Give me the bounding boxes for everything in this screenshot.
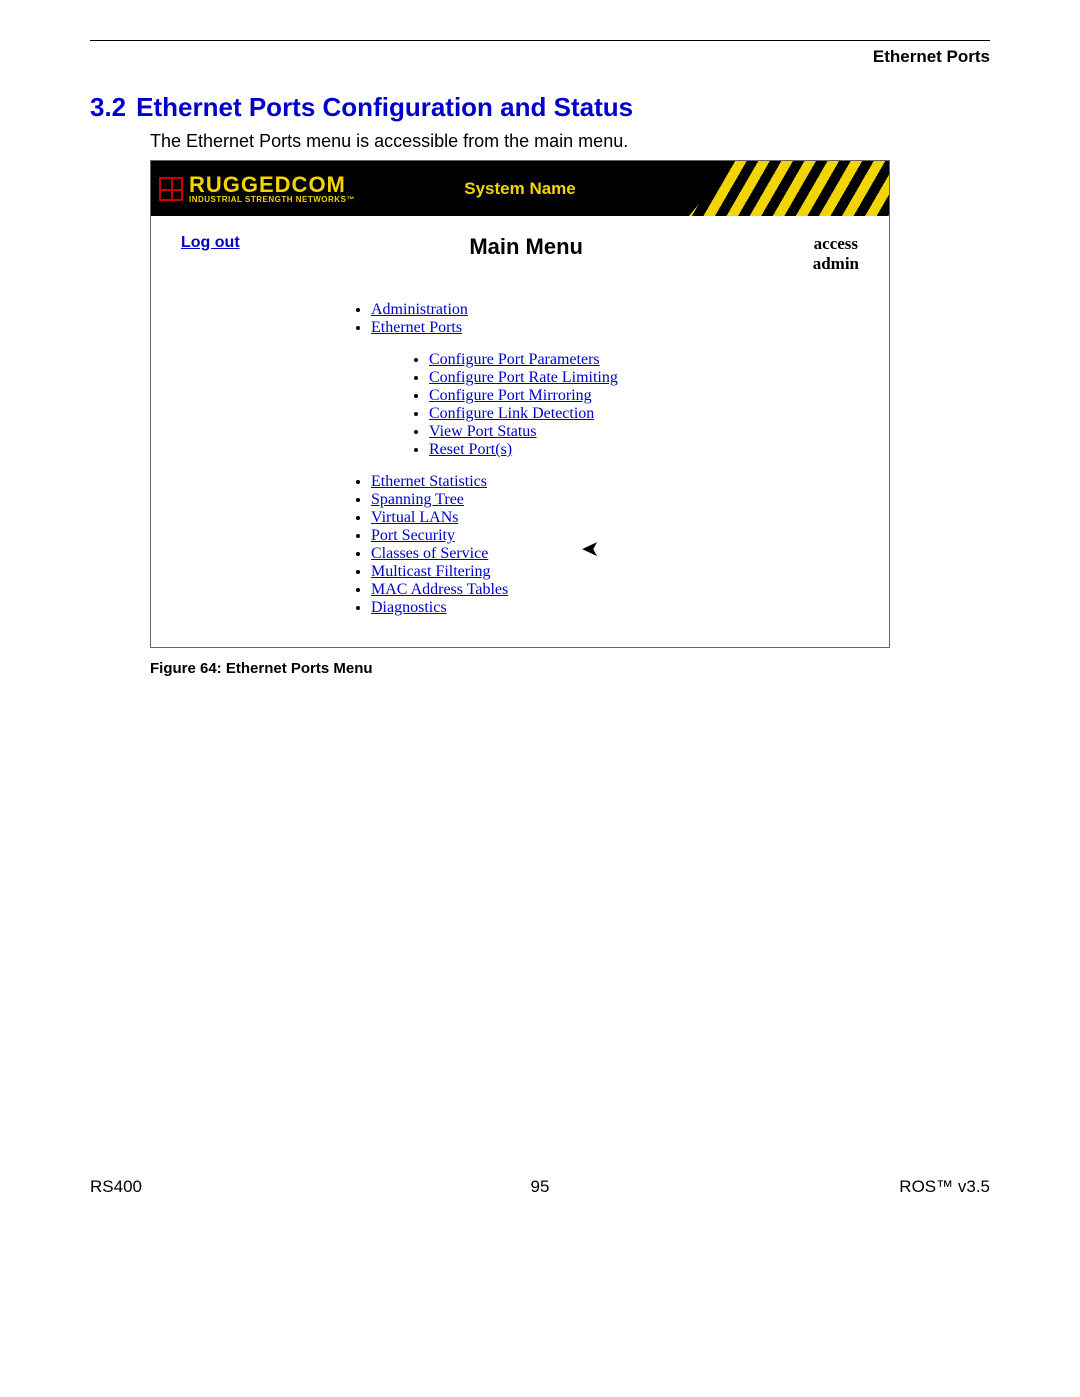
link-virtual-lans[interactable]: Virtual LANs <box>371 509 458 526</box>
link-configure-port-parameters[interactable]: Configure Port Parameters <box>429 351 600 368</box>
page-title: Main Menu <box>240 234 813 260</box>
section-intro: The Ethernet Ports menu is accessible fr… <box>150 131 990 152</box>
link-administration[interactable]: Administration <box>371 301 468 318</box>
menu-item-ethernet-ports: Ethernet Ports Configure Port Parameters… <box>371 319 859 459</box>
link-configure-port-mirroring[interactable]: Configure Port Mirroring <box>429 387 592 404</box>
menu-item: Ethernet Statistics <box>371 473 859 491</box>
page-footer: RS400 95 ROS™ v3.5 <box>90 1177 990 1217</box>
submenu-item: Configure Link Detection <box>429 405 859 423</box>
app-header: RUGGEDCOM INDUSTRIAL STRENGTH NETWORKS™ … <box>151 161 889 216</box>
app-body: Log out Main Menu access admin Administr… <box>151 216 889 647</box>
access-role: admin <box>813 254 859 274</box>
menu-item: Classes of Service <box>371 545 859 563</box>
menu-item: Port Security <box>371 527 859 545</box>
hazard-stripe-icon <box>689 161 889 216</box>
section-heading: 3.2 Ethernet Ports Configuration and Stat… <box>90 92 990 123</box>
menu-item: Virtual LANs <box>371 509 859 527</box>
cursor-icon: ➤ <box>581 536 599 562</box>
section-number: 3.2 <box>90 92 126 122</box>
submenu-item: Reset Port(s) <box>429 441 859 459</box>
link-configure-link-detection[interactable]: Configure Link Detection <box>429 405 594 422</box>
link-spanning-tree[interactable]: Spanning Tree <box>371 491 464 508</box>
screenshot-figure: RUGGEDCOM INDUSTRIAL STRENGTH NETWORKS™ … <box>150 160 890 648</box>
access-indicator: access admin <box>813 234 859 273</box>
menu-item: MAC Address Tables <box>371 581 859 599</box>
menu-item-administration: Administration <box>371 301 859 319</box>
submenu-item: Configure Port Mirroring <box>429 387 859 405</box>
footer-version: ROS™ v3.5 <box>690 1177 990 1197</box>
ruggedcom-icon <box>159 177 183 201</box>
footer-page-number: 95 <box>390 1177 690 1197</box>
link-configure-port-rate-limiting[interactable]: Configure Port Rate Limiting <box>429 369 618 386</box>
link-view-port-status[interactable]: View Port Status <box>429 423 536 440</box>
main-menu: Administration Ethernet Ports Configure … <box>181 301 859 617</box>
link-mac-address-tables[interactable]: MAC Address Tables <box>371 581 508 598</box>
submenu-item: Configure Port Rate Limiting <box>429 369 859 387</box>
submenu-item: Configure Port Parameters <box>429 351 859 369</box>
menu-item: Diagnostics <box>371 599 859 617</box>
link-multicast-filtering[interactable]: Multicast Filtering <box>371 563 491 580</box>
section-title: Ethernet Ports Configuration and Status <box>136 92 633 122</box>
brand-tagline: INDUSTRIAL STRENGTH NETWORKS™ <box>189 196 355 204</box>
link-port-security[interactable]: Port Security <box>371 527 455 544</box>
brand-name: RUGGEDCOM <box>189 174 355 196</box>
footer-model: RS400 <box>90 1177 390 1197</box>
link-ethernet-statistics[interactable]: Ethernet Statistics <box>371 473 487 490</box>
logout-link[interactable]: Log out <box>181 234 240 252</box>
link-reset-ports[interactable]: Reset Port(s) <box>429 441 512 458</box>
menu-item: Spanning Tree <box>371 491 859 509</box>
menu-item: Multicast Filtering <box>371 563 859 581</box>
submenu-item: View Port Status <box>429 423 859 441</box>
link-ethernet-ports[interactable]: Ethernet Ports <box>371 319 462 336</box>
link-classes-of-service[interactable]: Classes of Service <box>371 545 488 562</box>
page-header-label: Ethernet Ports <box>90 47 990 67</box>
link-diagnostics[interactable]: Diagnostics <box>371 599 447 616</box>
system-name: System Name <box>464 179 576 199</box>
access-label: access <box>813 234 859 254</box>
brand-logo: RUGGEDCOM INDUSTRIAL STRENGTH NETWORKS™ <box>151 174 355 204</box>
figure-caption: Figure 64: Ethernet Ports Menu <box>150 660 990 677</box>
